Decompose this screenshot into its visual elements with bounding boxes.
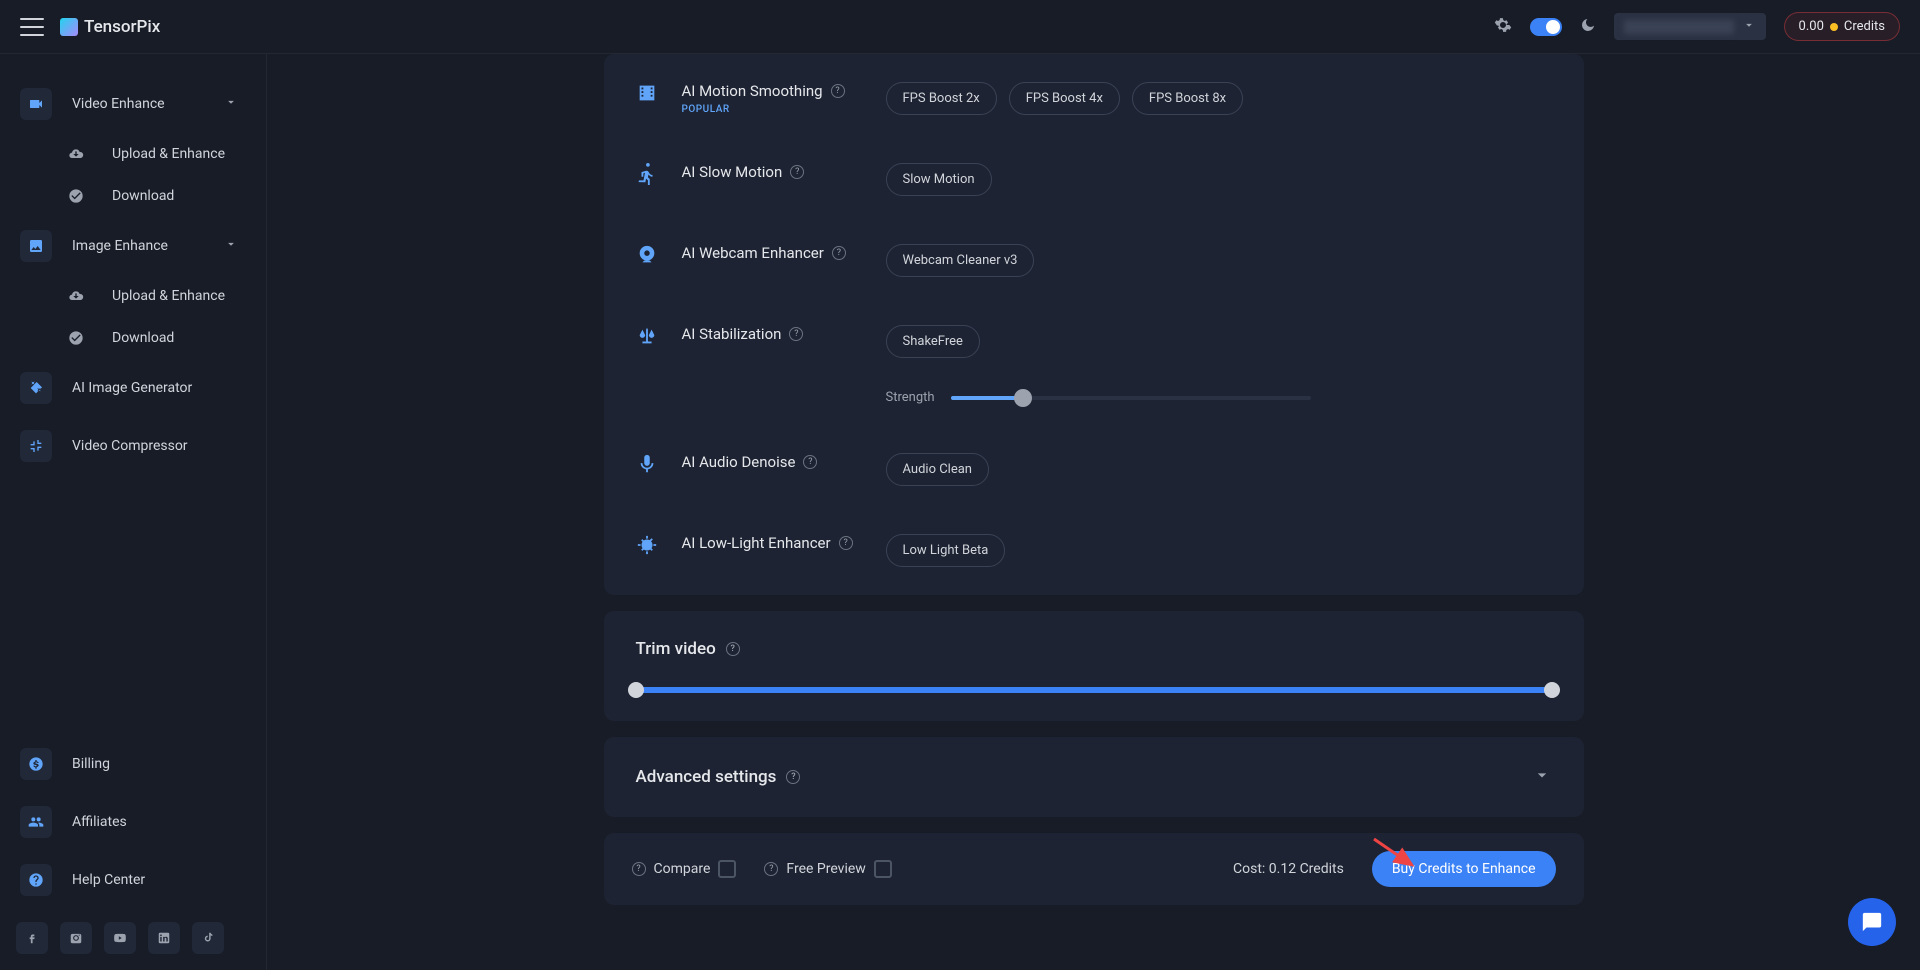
film-icon xyxy=(636,82,658,104)
chip-slow-motion[interactable]: Slow Motion xyxy=(886,163,992,196)
check-circle-icon xyxy=(68,330,84,346)
feature-stabilization: AI Stabilization? ShakeFree Strength xyxy=(636,301,1552,429)
instagram-icon[interactable] xyxy=(60,922,92,954)
help-icon[interactable]: ? xyxy=(726,642,740,656)
user-menu[interactable] xyxy=(1614,13,1766,40)
help-icon[interactable]: ? xyxy=(632,862,646,876)
sidebar: Video Enhance Upload & Enhance Download … xyxy=(0,54,267,970)
brightness-icon xyxy=(636,534,658,556)
compare-checkbox[interactable] xyxy=(718,860,736,878)
credits-pill[interactable]: 0.00 Credits xyxy=(1784,12,1900,41)
chevron-down-icon xyxy=(224,95,238,113)
logo-icon xyxy=(60,18,78,36)
preview-checkbox[interactable] xyxy=(874,860,892,878)
feature-motion-smoothing: AI Motion Smoothing? POPULAR FPS Boost 2… xyxy=(636,82,1552,139)
tiktok-icon[interactable] xyxy=(192,922,224,954)
help-icon[interactable]: ? xyxy=(789,327,803,341)
credits-dot-icon xyxy=(1830,23,1838,31)
sidebar-item-help-center[interactable]: Help Center xyxy=(16,854,250,906)
main-content: AI Motion Smoothing? POPULAR FPS Boost 2… xyxy=(267,54,1920,970)
chevron-down-icon xyxy=(1532,765,1552,789)
app-header: TensorPix 0.00 Credits xyxy=(0,0,1920,54)
sidebar-item-billing[interactable]: Billing xyxy=(16,738,250,790)
cloud-upload-icon xyxy=(68,146,84,162)
video-icon xyxy=(20,88,52,120)
sidebar-item-download-img[interactable]: Download xyxy=(16,320,250,356)
feature-slow-motion: AI Slow Motion? Slow Motion xyxy=(636,139,1552,220)
dollar-icon xyxy=(20,748,52,780)
wand-icon xyxy=(20,372,52,404)
chat-icon xyxy=(1861,911,1883,933)
check-circle-icon xyxy=(68,188,84,204)
cloud-upload-icon xyxy=(68,288,84,304)
help-icon[interactable]: ? xyxy=(786,770,800,784)
balance-icon xyxy=(636,325,658,347)
runner-icon xyxy=(636,163,658,185)
strength-label: Strength xyxy=(886,390,935,405)
features-card: AI Motion Smoothing? POPULAR FPS Boost 2… xyxy=(604,54,1584,595)
sidebar-item-upload-enhance-img[interactable]: Upload & Enhance xyxy=(16,278,250,314)
gear-icon[interactable] xyxy=(1494,16,1512,38)
help-icon[interactable]: ? xyxy=(839,536,853,550)
slider-thumb[interactable] xyxy=(1014,389,1032,407)
webcam-icon xyxy=(636,244,658,266)
image-icon xyxy=(20,230,52,262)
linkedin-icon[interactable] xyxy=(148,922,180,954)
popular-badge: POPULAR xyxy=(682,104,862,115)
trim-slider[interactable] xyxy=(636,687,1552,693)
advanced-card[interactable]: Advanced settings? xyxy=(604,737,1584,817)
chevron-down-icon xyxy=(1742,17,1756,36)
help-icon[interactable]: ? xyxy=(790,165,804,179)
chip-fps-4x[interactable]: FPS Boost 4x xyxy=(1009,82,1120,115)
sidebar-item-download[interactable]: Download xyxy=(16,178,250,214)
cost-label: Cost: 0.12 Credits xyxy=(1233,861,1344,877)
hamburger-menu[interactable] xyxy=(20,18,44,36)
buy-credits-button[interactable]: Buy Credits to Enhance xyxy=(1372,851,1556,887)
brand-name: TensorPix xyxy=(84,17,160,37)
compare-option[interactable]: ? Compare xyxy=(632,860,737,878)
feature-low-light: AI Low-Light Enhancer? Low Light Beta xyxy=(636,510,1552,567)
help-icon[interactable]: ? xyxy=(764,862,778,876)
chip-shakefree[interactable]: ShakeFree xyxy=(886,325,980,358)
strength-slider[interactable] xyxy=(951,396,1311,400)
chip-audio-clean[interactable]: Audio Clean xyxy=(886,453,989,486)
compress-icon xyxy=(20,430,52,462)
free-preview-option[interactable]: ? Free Preview xyxy=(764,860,891,878)
chip-fps-2x[interactable]: FPS Boost 2x xyxy=(886,82,997,115)
trim-handle-start[interactable] xyxy=(628,682,644,698)
chat-widget[interactable] xyxy=(1848,898,1896,946)
sidebar-item-upload-enhance[interactable]: Upload & Enhance xyxy=(16,136,250,172)
chip-webcam-cleaner[interactable]: Webcam Cleaner v3 xyxy=(886,244,1035,277)
trim-card: Trim video? xyxy=(604,611,1584,721)
user-email xyxy=(1624,20,1734,34)
moon-icon xyxy=(1580,17,1596,37)
help-icon[interactable]: ? xyxy=(831,84,845,98)
action-bar: ? Compare ? Free Preview Cost: 0.12 Cred… xyxy=(604,833,1584,905)
chip-low-light[interactable]: Low Light Beta xyxy=(886,534,1006,567)
youtube-icon[interactable] xyxy=(104,922,136,954)
feature-webcam-enhancer: AI Webcam Enhancer? Webcam Cleaner v3 xyxy=(636,220,1552,301)
sidebar-item-affiliates[interactable]: Affiliates xyxy=(16,796,250,848)
feature-audio-denoise: AI Audio Denoise? Audio Clean xyxy=(636,429,1552,510)
sidebar-item-ai-image-generator[interactable]: AI Image Generator xyxy=(16,362,250,414)
chevron-down-icon xyxy=(224,237,238,255)
chip-fps-8x[interactable]: FPS Boost 8x xyxy=(1132,82,1243,115)
help-icon xyxy=(20,864,52,896)
credits-label: Credits xyxy=(1844,19,1885,34)
sidebar-item-video-compressor[interactable]: Video Compressor xyxy=(16,420,250,472)
credits-value: 0.00 xyxy=(1799,19,1824,34)
trim-handle-end[interactable] xyxy=(1544,682,1560,698)
sidebar-item-image-enhance[interactable]: Image Enhance xyxy=(16,220,250,272)
mic-icon xyxy=(636,453,658,475)
theme-toggle[interactable] xyxy=(1530,18,1562,36)
facebook-icon[interactable] xyxy=(16,922,48,954)
users-icon xyxy=(20,806,52,838)
help-icon[interactable]: ? xyxy=(803,455,817,469)
brand-logo[interactable]: TensorPix xyxy=(60,17,160,37)
sidebar-item-video-enhance[interactable]: Video Enhance xyxy=(16,78,250,130)
help-icon[interactable]: ? xyxy=(832,246,846,260)
